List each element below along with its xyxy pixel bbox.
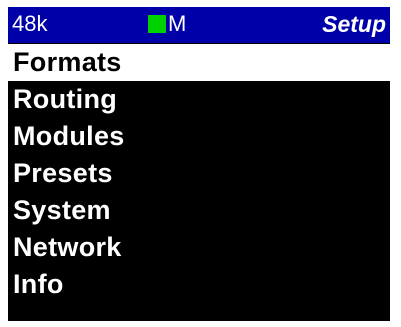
- device-screen: 48k M Setup Formats Routing Modules Pres…: [8, 7, 390, 321]
- status-bar: 48k M Setup: [8, 7, 390, 43]
- lock-status-icon: [148, 15, 166, 33]
- menu-item-modules[interactable]: Modules: [8, 118, 390, 155]
- menu-item-formats[interactable]: Formats: [8, 44, 390, 81]
- menu-item-system[interactable]: System: [8, 192, 390, 229]
- screen-title: Setup: [322, 11, 386, 37]
- setup-menu: Formats Routing Modules Presets System N…: [8, 44, 390, 303]
- menu-item-network[interactable]: Network: [8, 229, 390, 266]
- mode-indicator: M: [168, 11, 187, 36]
- menu-item-info[interactable]: Info: [8, 266, 390, 303]
- menu-item-routing[interactable]: Routing: [8, 81, 390, 118]
- menu-item-presets[interactable]: Presets: [8, 155, 390, 192]
- sample-rate-indicator: 48k: [12, 11, 48, 36]
